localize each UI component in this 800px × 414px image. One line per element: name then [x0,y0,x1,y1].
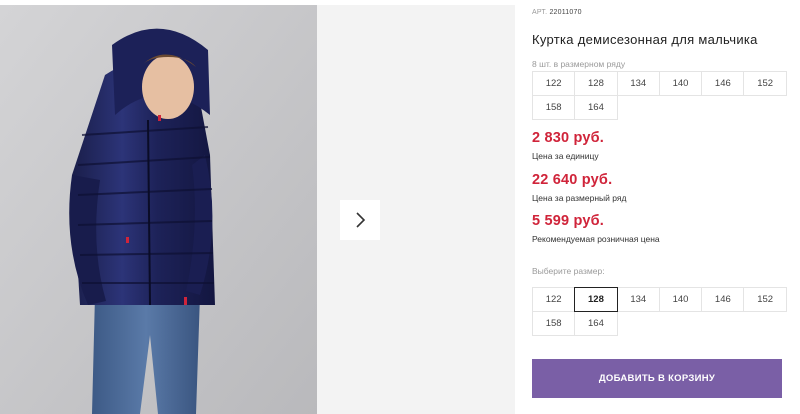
size-option[interactable]: 140 [658,287,703,312]
size-row-cell: 128 [574,71,618,96]
size-row-cell: 146 [701,71,745,96]
size-row-grid: 122 128 134 140 146 152 158 164 [532,71,787,120]
size-option[interactable]: 146 [701,287,745,312]
size-option[interactable]: 152 [743,287,787,312]
retail-price: 5 599 руб. [532,213,605,229]
article-prefix: АРТ. [532,9,548,16]
size-option[interactable]: 122 [532,287,576,312]
product-gallery [0,5,515,414]
size-row-label: 8 шт. в размерном ряду [532,59,626,69]
retail-price-label: Рекомендуемая розничная цена [532,234,660,244]
size-row-price: 22 640 руб. [532,172,613,188]
size-row-cell: 152 [743,71,787,96]
article-number: АРТ. 22011070 [532,9,582,16]
add-to-cart-button[interactable]: ДОБАВИТЬ В КОРЗИНУ [532,359,782,398]
size-picker-label: Выберите размер: [532,266,605,276]
size-option-selected[interactable]: 128 [574,287,618,312]
size-option[interactable]: 134 [616,287,660,312]
unit-price: 2 830 руб. [532,130,605,146]
size-row-price-label: Цена за размерный ряд [532,193,627,203]
product-photo [0,5,317,414]
size-row-cell: 158 [532,95,576,120]
size-row-cell: 134 [616,71,660,96]
size-option[interactable]: 158 [532,311,576,336]
chevron-right-icon [356,212,366,228]
article-code: 22011070 [549,9,582,16]
size-row-cell: 164 [574,95,618,120]
unit-price-label: Цена за единицу [532,151,599,161]
product-photo-illustration [0,5,317,414]
size-row-cell: 140 [658,71,703,96]
size-picker-grid: 122 128 134 140 146 152 158 164 [532,287,787,336]
size-option[interactable]: 164 [574,311,618,336]
product-title: Куртка демисезонная для мальчика [532,32,758,47]
gallery-next-button[interactable] [340,200,380,240]
size-row-cell: 122 [532,71,576,96]
